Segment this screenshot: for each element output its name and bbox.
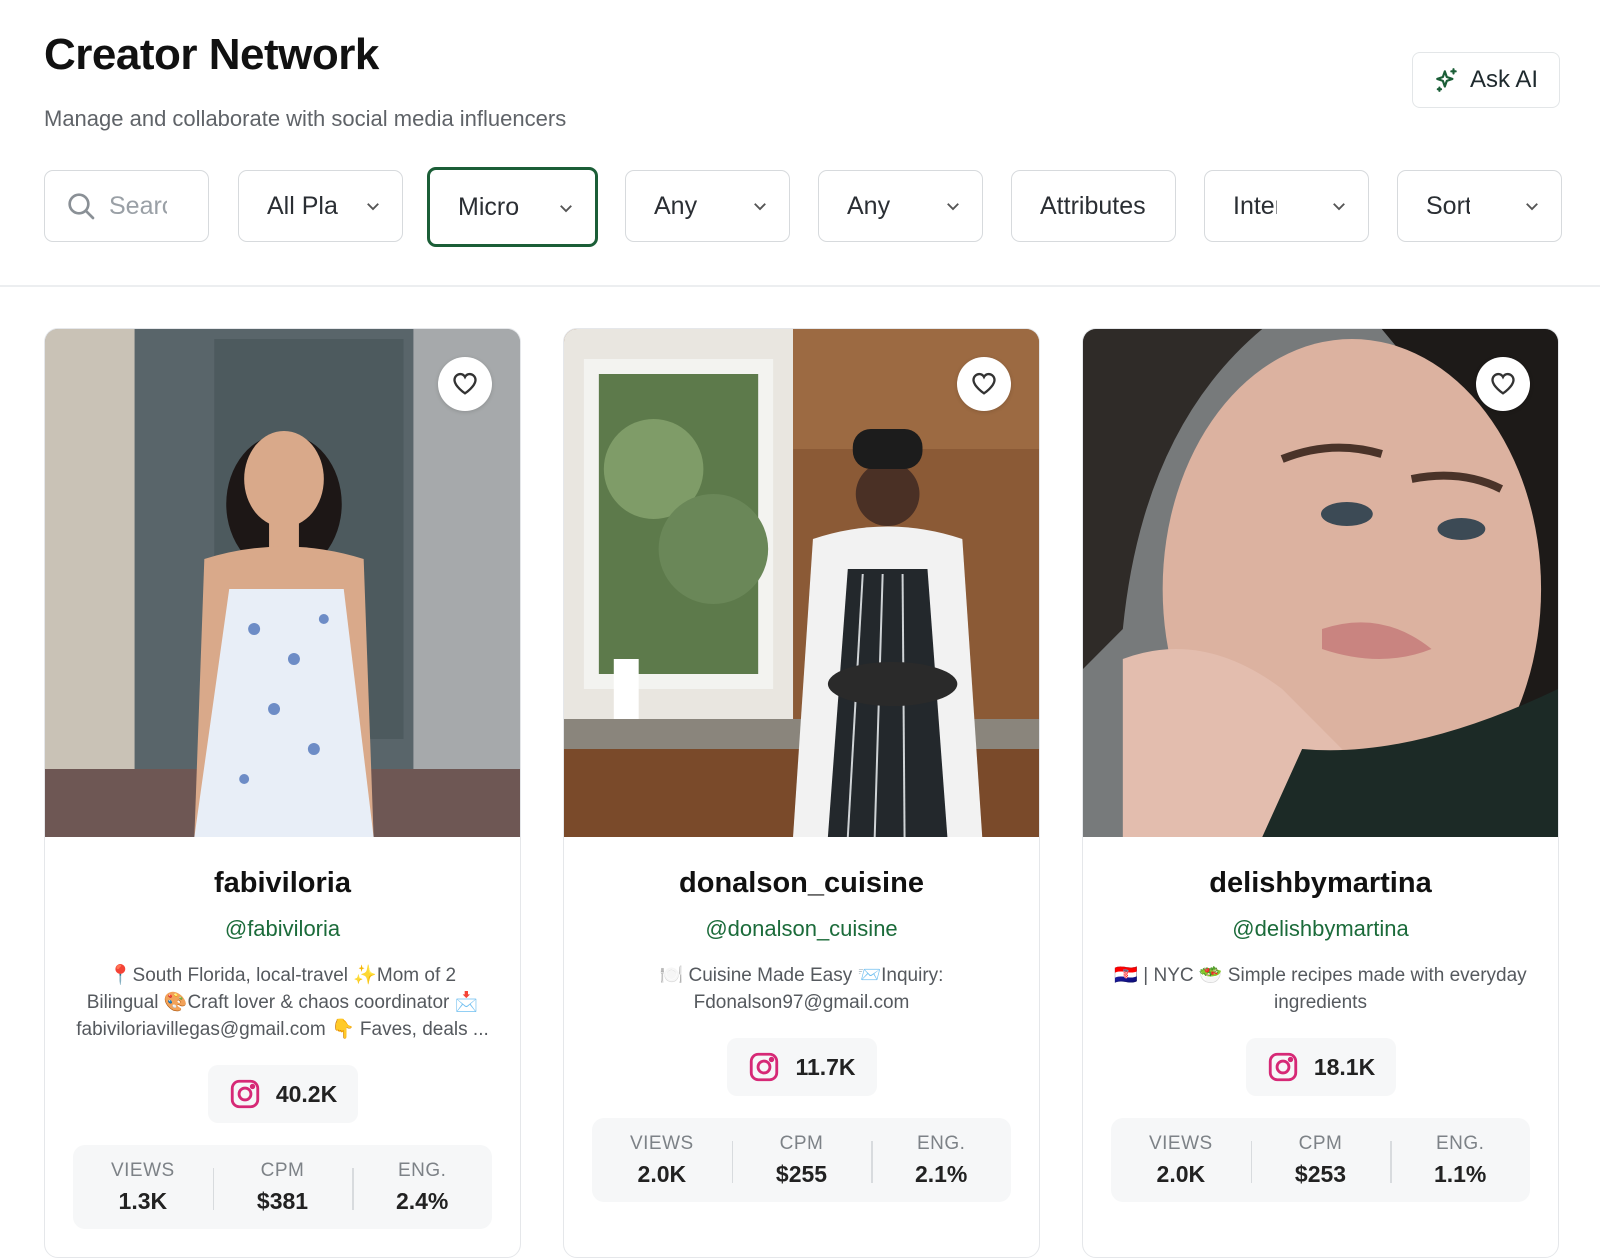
follower-count: 40.2K bbox=[275, 1080, 338, 1107]
chevron-down-icon bbox=[1333, 203, 1345, 211]
sort-dropdown[interactable]: Sort: D bbox=[1397, 170, 1562, 242]
views-value: 2.0K bbox=[637, 1160, 687, 1187]
creator-name: fabiviloria bbox=[214, 867, 351, 899]
attributes-dropdown[interactable]: Attributes bbox=[1011, 170, 1176, 242]
page-subtitle: Manage and collaborate with social media… bbox=[44, 106, 567, 131]
rate-value: Any Ra bbox=[847, 191, 897, 220]
search-input[interactable]: Searcl bbox=[44, 170, 209, 242]
chevron-down-icon bbox=[1526, 203, 1538, 211]
views-label: VIEWS bbox=[1148, 1132, 1213, 1154]
follower-badge: 18.1K bbox=[1245, 1038, 1396, 1096]
search-placeholder: Searcl bbox=[109, 191, 167, 220]
stats-panel: VIEWS 2.0K CPM $253 ENG. 1.1% bbox=[1111, 1118, 1530, 1202]
search-icon bbox=[68, 193, 95, 220]
instagram-icon bbox=[750, 1052, 779, 1082]
follower-badge: 11.7K bbox=[726, 1038, 877, 1096]
creator-name: delishbymartina bbox=[1209, 867, 1432, 899]
heart-icon bbox=[972, 372, 996, 395]
filter-bar: Searcl All Pla Micro Any Vi Any Ra Attri… bbox=[44, 167, 1562, 247]
page-header: Creator Network Manage and collaborate w… bbox=[44, 30, 566, 132]
cpm-value: $381 bbox=[256, 1187, 309, 1214]
sparkle-icon bbox=[1436, 68, 1457, 92]
heart-icon bbox=[1491, 372, 1515, 395]
instagram-icon bbox=[230, 1079, 259, 1109]
tier-value: Micro bbox=[458, 192, 520, 221]
ask-ai-button[interactable]: Ask AI bbox=[1412, 52, 1560, 108]
creator-bio: 📍South Florida, local-travel ✨Mom of 2 B… bbox=[76, 965, 489, 1040]
creator-handle[interactable]: @fabiviloria bbox=[45, 916, 520, 942]
cpm-value: $255 bbox=[775, 1160, 828, 1187]
engagement-value: 2.1% bbox=[914, 1160, 968, 1187]
creator-card[interactable]: delishbymartina @delishbymartina 🇭🇷 | NY… bbox=[1082, 328, 1559, 1258]
views-value: 2.0K bbox=[1156, 1160, 1206, 1187]
creator-name: donalson_cuisine bbox=[679, 867, 924, 899]
favorite-button[interactable] bbox=[1476, 357, 1530, 411]
tier-dropdown[interactable]: Micro bbox=[427, 167, 598, 247]
interests-value: Interes bbox=[1233, 191, 1277, 220]
rate-dropdown[interactable]: Any Ra bbox=[818, 170, 983, 242]
cpm-label: CPM bbox=[1298, 1132, 1343, 1154]
creator-photo bbox=[45, 329, 520, 837]
platform-dropdown[interactable]: All Pla bbox=[238, 170, 403, 242]
attributes-value: Attributes bbox=[1040, 191, 1146, 220]
stats-panel: VIEWS 1.3K CPM $381 ENG. 2.4% bbox=[73, 1145, 492, 1229]
views-value: Any Vi bbox=[654, 191, 704, 220]
follower-count: 11.7K bbox=[795, 1053, 856, 1080]
ask-ai-label: Ask AI bbox=[1469, 66, 1539, 93]
views-dropdown[interactable]: Any Vi bbox=[625, 170, 790, 242]
follower-count: 18.1K bbox=[1313, 1053, 1376, 1080]
chevron-down-icon bbox=[367, 203, 379, 211]
sort-value: Sort: D bbox=[1426, 191, 1470, 220]
views-label: VIEWS bbox=[110, 1159, 175, 1181]
divider bbox=[0, 285, 1600, 287]
chevron-down-icon bbox=[947, 203, 959, 211]
cpm-label: CPM bbox=[260, 1159, 305, 1181]
cpm-label: CPM bbox=[779, 1132, 824, 1154]
favorite-button[interactable] bbox=[957, 357, 1011, 411]
engagement-label: ENG. bbox=[397, 1159, 447, 1181]
creator-photo bbox=[1083, 329, 1558, 837]
page-title: Creator Network bbox=[44, 30, 379, 79]
chevron-down-icon bbox=[560, 205, 572, 213]
creator-photo bbox=[564, 329, 1039, 837]
chevron-down-icon bbox=[754, 203, 766, 211]
follower-badge: 40.2K bbox=[207, 1065, 358, 1123]
creator-card[interactable]: donalson_cuisine @donalson_cuisine 🍽️ Cu… bbox=[563, 328, 1040, 1258]
favorite-button[interactable] bbox=[438, 357, 492, 411]
engagement-value: 2.4% bbox=[395, 1187, 449, 1214]
creator-bio: 🍽️ Cuisine Made Easy 📨Inquiry: Fdonalson… bbox=[659, 965, 944, 1013]
creator-card[interactable]: fabiviloria @fabiviloria 📍South Florida,… bbox=[44, 328, 521, 1258]
creator-handle[interactable]: @donalson_cuisine bbox=[564, 916, 1039, 942]
stats-panel: VIEWS 2.0K CPM $255 ENG. 2.1% bbox=[592, 1118, 1011, 1202]
platform-value: All Pla bbox=[267, 191, 338, 220]
engagement-label: ENG. bbox=[916, 1132, 966, 1154]
engagement-value: 1.1% bbox=[1433, 1160, 1487, 1187]
interests-dropdown[interactable]: Interes bbox=[1204, 170, 1369, 242]
engagement-label: ENG. bbox=[1435, 1132, 1485, 1154]
creator-bio: 🇭🇷 | NYC 🥗 Simple recipes made with ever… bbox=[1114, 965, 1527, 1013]
instagram-icon bbox=[1268, 1052, 1297, 1082]
creator-handle[interactable]: @delishbymartina bbox=[1083, 916, 1558, 942]
views-value: 1.3K bbox=[118, 1187, 168, 1214]
cpm-value: $253 bbox=[1294, 1160, 1347, 1187]
views-label: VIEWS bbox=[629, 1132, 694, 1154]
heart-icon bbox=[453, 372, 477, 395]
